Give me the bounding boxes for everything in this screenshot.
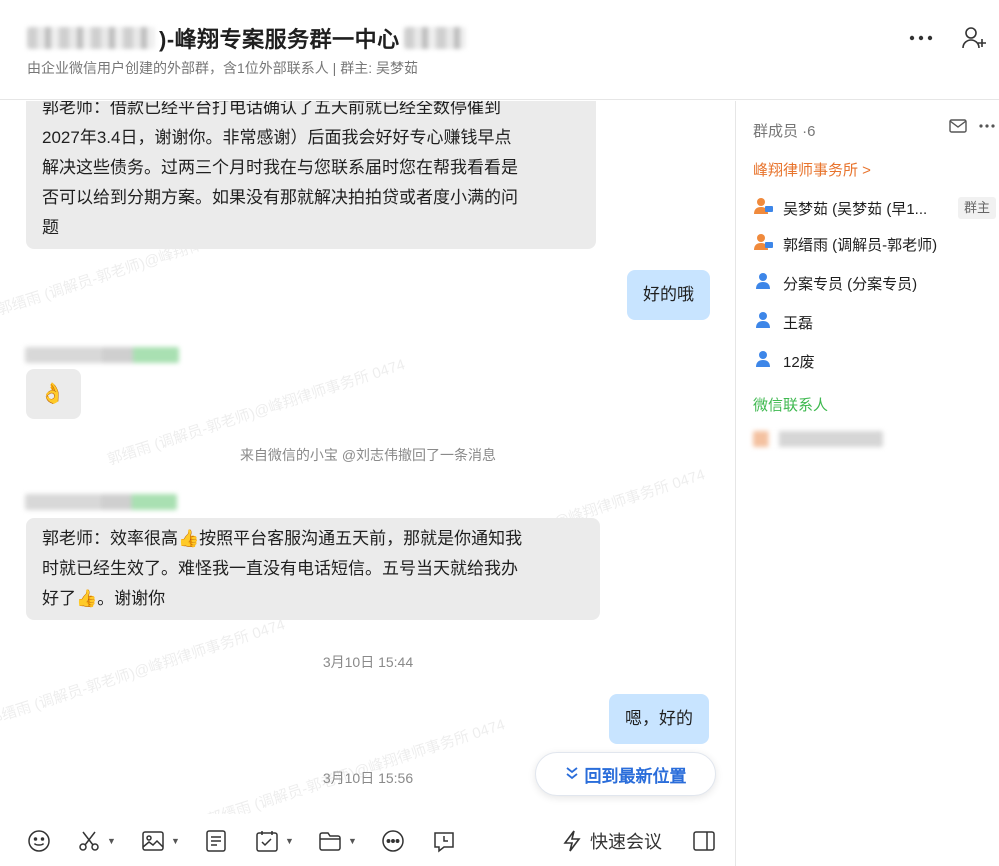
member-item[interactable]: 12废: [753, 349, 815, 373]
history-button[interactable]: [432, 828, 456, 854]
jump-to-latest-button[interactable]: 回到最新位置: [535, 752, 716, 796]
chevron-down-icon[interactable]: ▼: [171, 836, 180, 846]
message-list[interactable]: 郭缙雨 (调解员-郭老师)@峰翔律师事务所 0474 郭缙雨 (调解员-郭老师)…: [0, 101, 736, 814]
quick-meeting-button[interactable]: 快速会议: [562, 828, 662, 854]
chat-header: )-峰翔专案服务群一中心 由企业微信用户创建的外部群，含1位外部联系人 | 群主…: [0, 0, 999, 100]
document-icon: [205, 829, 227, 853]
scissors-icon: [77, 829, 101, 853]
folder-icon: [318, 830, 342, 852]
image-button[interactable]: ▼: [141, 828, 180, 854]
smiley-icon: [27, 829, 51, 853]
redacted-title-suffix: [403, 27, 466, 49]
member-name: 王磊: [783, 314, 814, 332]
chevron-down-icon[interactable]: ▼: [107, 836, 116, 846]
redacted-sender-name: [25, 347, 179, 363]
screenshot-button[interactable]: ▼: [77, 828, 116, 854]
more-tools-button[interactable]: [381, 828, 405, 854]
group-subtitle: 由企业微信用户创建的外部群，含1位外部联系人 | 群主: 吴梦茹: [27, 60, 418, 76]
emoji-button[interactable]: [27, 828, 51, 854]
toggle-sidebar-button[interactable]: [692, 828, 716, 854]
input-toolbar: ▼ ▼ ▼ ▼ 快速会议: [0, 814, 736, 866]
add-member-icon[interactable]: [958, 24, 990, 52]
member-item[interactable]: 吴梦茹 (吴梦茹 (早1...: [753, 196, 927, 220]
lightning-icon: [562, 829, 582, 853]
user-icon: [753, 349, 773, 373]
more-circle-icon: [381, 829, 405, 853]
double-chevron-down-icon: [565, 766, 579, 783]
message-bubble-outgoing[interactable]: 好的哦: [627, 270, 710, 320]
more-icon[interactable]: [979, 119, 995, 137]
jump-to-latest-label: 回到最新位置: [584, 766, 687, 786]
timestamp: 3月10日 15:44: [322, 654, 414, 670]
quick-meeting-label: 快速会议: [590, 832, 662, 852]
user-icon: [753, 271, 773, 295]
member-name: 郭缙雨 (调解员-郭老师): [783, 236, 938, 254]
wechat-contacts-heading: 微信联系人: [753, 397, 829, 414]
enterprise-user-icon: [753, 196, 773, 220]
enterprise-user-icon: [753, 232, 773, 256]
user-icon: [753, 310, 773, 334]
redacted-sender-name: [25, 494, 177, 510]
message-bubble-incoming[interactable]: 郭老师：借款已经平台打电话确认了五天前就已经全数停催到 2027年3.4日，谢谢…: [26, 101, 596, 249]
message-line: 题: [42, 218, 59, 237]
file-button[interactable]: ▼: [318, 828, 357, 854]
group-title-row: )-峰翔专案服务群一中心: [27, 22, 466, 54]
message-line: 解决这些债务。过两三个月时我在与您联系届时您在帮我看看是: [42, 158, 518, 177]
watermark: 郭缙雨 (调解员-郭老师)@峰翔律师事务所 0474: [205, 716, 508, 814]
chat-history-icon: [432, 829, 456, 853]
group-title: )-峰翔专案服务群一中心: [159, 27, 400, 52]
chevron-down-icon[interactable]: ▼: [348, 836, 357, 846]
member-item[interactable]: 王磊: [753, 310, 813, 334]
message-line: 好了👍。谢谢你: [42, 589, 166, 608]
member-item[interactable]: 郭缙雨 (调解员-郭老师): [753, 232, 937, 256]
message-line: 否可以给到分期方案。如果没有那就解决拍拍贷或者度小满的问: [42, 188, 518, 207]
message-line: 时就已经生效了。难怪我一直没有电话短信。五号当天就给我办: [42, 559, 518, 578]
schedule-button[interactable]: ▼: [255, 828, 294, 854]
member-name: 分案专员 (分案专员): [783, 275, 918, 293]
message-bubble-outgoing[interactable]: 嗯，好的: [609, 694, 709, 744]
member-item[interactable]: 分案专员 (分案专员): [753, 271, 917, 295]
member-name: 12废: [783, 353, 815, 371]
more-icon[interactable]: [905, 24, 937, 52]
redacted-title-prefix: [27, 27, 155, 49]
message-line: 郭老师：借款已经平台打电话确认了五天前就已经全数停催到: [42, 101, 501, 117]
member-count: 群成员 ·6: [753, 123, 816, 140]
message-line: 2027年3.4日，谢谢你。非常感谢）后面我会好好专心赚钱早点: [42, 128, 512, 147]
member-panel: 群成员 ·6 峰翔律师事务所 > 吴梦茹 (吴梦茹 (早1... 群主 郭缙雨 …: [737, 101, 999, 866]
org-link[interactable]: 峰翔律师事务所 >: [753, 159, 871, 180]
member-name: 吴梦茹 (吴梦茹 (早1...: [783, 200, 928, 218]
message-bubble-emoji[interactable]: 👌: [26, 369, 81, 419]
owner-badge: 群主: [958, 197, 997, 219]
document-button[interactable]: [205, 828, 227, 854]
message-line: 郭老师：效率很高👍按照平台客服沟通五天前，那就是你通知我: [42, 529, 523, 548]
recall-notice: 来自微信的小宝 @刘志伟撤回了一条消息: [239, 447, 497, 463]
mail-icon[interactable]: [949, 119, 967, 137]
message-bubble-incoming[interactable]: 郭老师：效率很高👍按照平台客服沟通五天前，那就是你通知我 时就已经生效了。难怪我…: [26, 518, 600, 620]
sidebar-toggle-icon: [692, 829, 716, 853]
image-icon: [141, 830, 165, 852]
calendar-check-icon: [255, 829, 279, 853]
redacted-wechat-contact[interactable]: [753, 431, 883, 447]
chevron-down-icon[interactable]: ▼: [285, 836, 294, 846]
